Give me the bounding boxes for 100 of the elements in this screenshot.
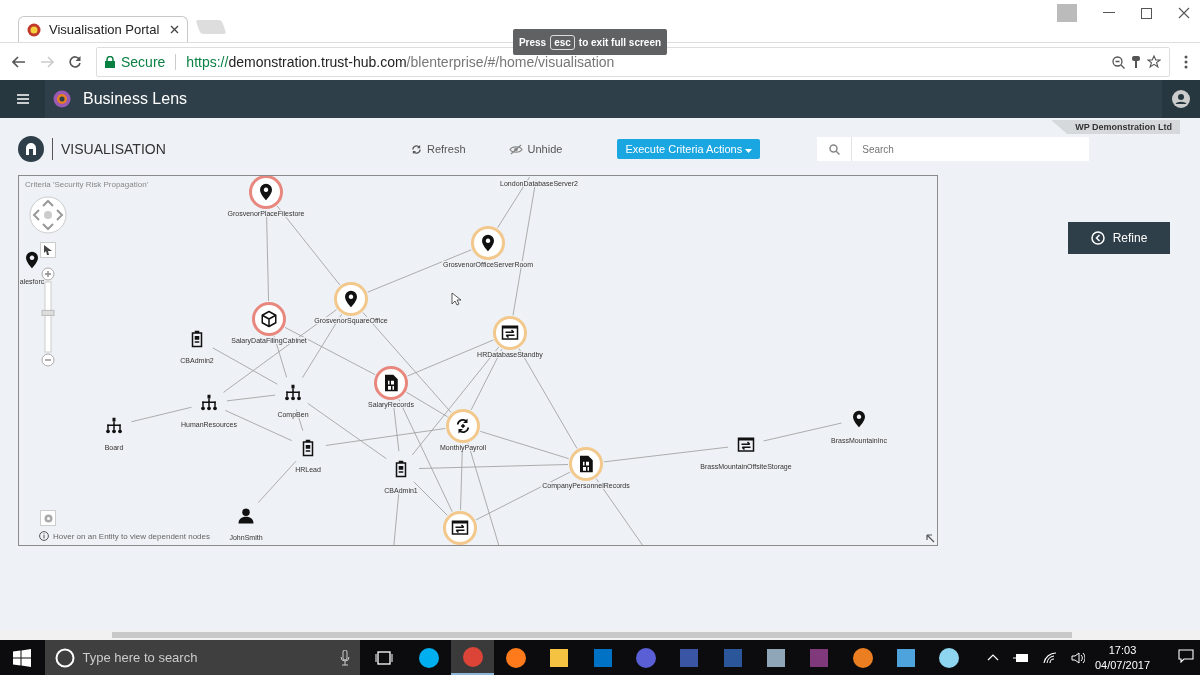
toast-text: to exit full screen	[578, 36, 662, 48]
pan-control-icon[interactable]	[29, 196, 67, 234]
risk-ring[interactable]	[446, 409, 480, 443]
window-sync-icon	[451, 519, 469, 537]
zoom-out-icon[interactable]	[1112, 55, 1125, 69]
logo-icon	[53, 90, 71, 108]
user-avatar-icon	[1172, 90, 1190, 108]
app-icon	[808, 646, 831, 669]
resize-icon[interactable]	[926, 534, 935, 543]
risk-ring[interactable]	[374, 366, 408, 400]
map-pin-icon	[479, 234, 497, 252]
sync-icon	[454, 417, 472, 435]
map-pin-icon	[257, 183, 275, 201]
toolbar-button[interactable]: Refresh	[411, 143, 466, 155]
app-icon	[764, 646, 787, 669]
address-bar[interactable]: Secure https://demonstration.trust-hub.com/blenterprise/#/home/visualisation	[96, 47, 1170, 77]
org-tag: WP Demonstration Ltd	[1051, 120, 1180, 134]
menu-icon	[16, 94, 29, 104]
speaker-icon[interactable]	[1070, 651, 1085, 664]
app-title: Business Lens	[83, 90, 189, 108]
chevron-up-icon[interactable]	[986, 654, 999, 661]
app-icon	[591, 646, 614, 669]
windows-icon	[13, 648, 32, 667]
binary-file-icon	[577, 455, 595, 473]
window-sync-icon	[501, 324, 519, 342]
app-icon	[461, 645, 484, 668]
taskbar-app[interactable]	[450, 640, 495, 675]
risk-ring[interactable]	[493, 316, 527, 350]
minimize-icon[interactable]	[1103, 12, 1115, 14]
app-icon	[678, 646, 701, 669]
org-chart-icon	[105, 417, 123, 435]
secure-label: Secure	[121, 54, 166, 70]
logo-icon	[27, 22, 41, 37]
risk-ring[interactable]	[249, 176, 283, 209]
app-icon	[938, 646, 961, 669]
org-chart-icon	[200, 394, 218, 412]
app-icon	[721, 646, 744, 669]
key-label: esc	[550, 34, 575, 50]
pointer-icon	[44, 245, 52, 255]
toast-text: Press	[518, 36, 547, 48]
window-sync-icon	[737, 436, 755, 454]
maximize-icon[interactable]	[1141, 7, 1152, 19]
menu-icon[interactable]	[1184, 55, 1188, 69]
binary-file-icon	[382, 374, 400, 392]
app-icon	[634, 646, 657, 669]
criteria-label: Criteria 'Security Risk Propagation'	[25, 180, 149, 189]
url-text: https://demonstration.trust-hub.com/blenterprise/#/home/visualisation	[186, 54, 616, 70]
key-icon[interactable]	[1131, 55, 1141, 69]
map-pin-icon	[850, 410, 868, 428]
risk-ring[interactable]	[569, 447, 603, 481]
risk-ring[interactable]	[471, 226, 505, 260]
app-icon	[894, 646, 917, 669]
person-icon	[237, 507, 255, 525]
scrollbar[interactable]	[0, 630, 1200, 640]
app-icon	[548, 646, 571, 669]
risk-ring[interactable]	[334, 282, 368, 316]
select-tool-button[interactable]	[40, 242, 56, 258]
page-title: VISUALISATION	[61, 141, 167, 157]
close-icon[interactable]	[170, 25, 179, 34]
refine-button[interactable]: Refine	[1068, 222, 1170, 254]
task-view-icon	[374, 650, 393, 665]
risk-ring[interactable]	[443, 511, 477, 545]
caret-icon	[745, 149, 753, 153]
taskbar-search-field[interactable]: Type here to search	[44, 640, 360, 675]
microphone-icon[interactable]	[340, 649, 350, 666]
chevron-left-icon	[1090, 231, 1105, 245]
app-icon	[851, 646, 874, 669]
edge-line	[131, 406, 192, 423]
cursor-icon	[451, 292, 461, 306]
refresh-icon	[411, 143, 422, 155]
eye-slash-icon	[508, 143, 523, 155]
zoom-in-icon[interactable]	[41, 267, 55, 281]
toolbar-button[interactable]: Unhide	[508, 143, 563, 155]
reload-icon[interactable]	[68, 55, 82, 69]
edge-line	[257, 460, 297, 504]
tab-title: Visualisation Portal	[49, 22, 161, 37]
info-icon	[39, 531, 49, 541]
settings-icon	[43, 514, 53, 523]
back-icon[interactable]	[12, 56, 26, 68]
cube-icon	[260, 310, 278, 328]
battery-icon[interactable]	[1012, 652, 1029, 663]
app-icon	[418, 646, 441, 669]
risk-ring[interactable]	[252, 302, 286, 336]
map-pin-icon	[23, 251, 41, 269]
circle-icon	[54, 647, 75, 668]
search-icon[interactable]	[828, 143, 840, 155]
user-button[interactable]	[1162, 80, 1200, 118]
wifi-icon[interactable]	[1042, 651, 1057, 664]
home-icon[interactable]	[18, 136, 44, 162]
browser-tab[interactable]: Visualisation Portal	[18, 16, 188, 42]
lock-icon	[105, 56, 115, 68]
speech-bubble-icon	[1178, 649, 1194, 663]
star-icon[interactable]	[1147, 55, 1161, 69]
slider-thumb[interactable]	[41, 309, 55, 316]
close-icon[interactable]	[1178, 7, 1190, 19]
menu-button[interactable]	[0, 80, 45, 118]
clock[interactable]: 17:03 04/07/2017	[1094, 642, 1150, 673]
map-pin-icon	[342, 290, 360, 308]
org-chart-icon	[284, 384, 302, 402]
hint-text: Hover on an Entity to view dependent nodes	[53, 531, 210, 541]
